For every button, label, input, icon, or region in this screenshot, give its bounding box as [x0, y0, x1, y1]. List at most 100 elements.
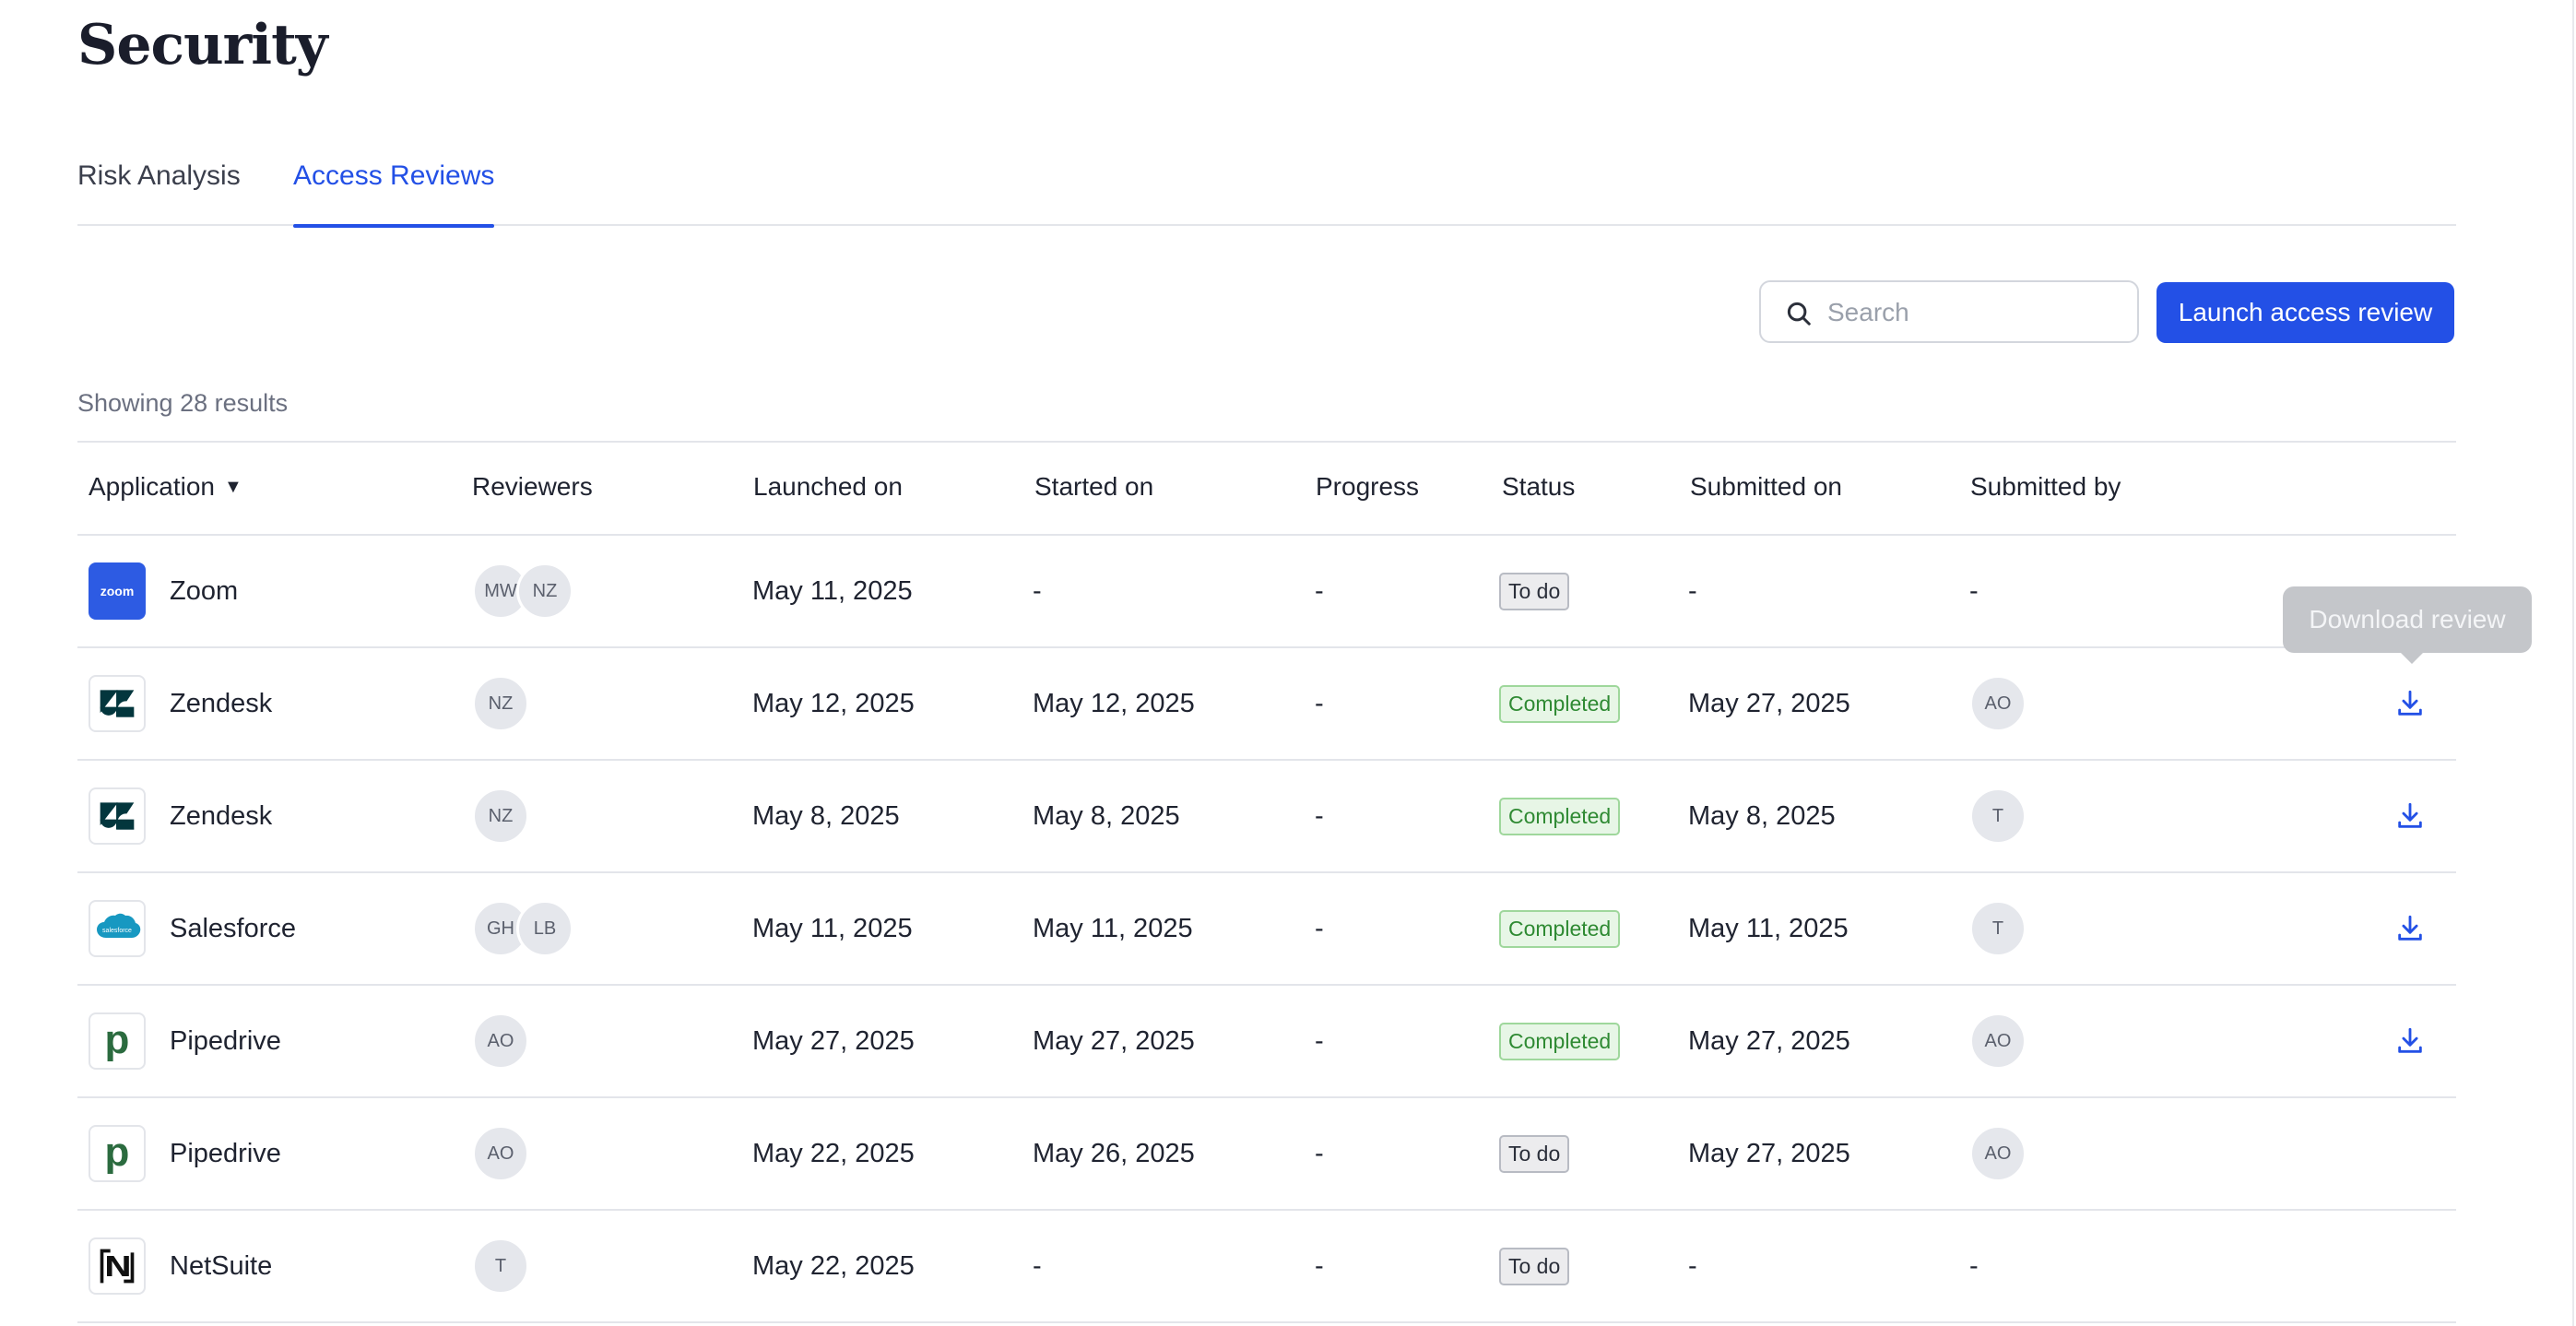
table-row[interactable]: p Pipedrive AO May 22, 2025 May 26, 2025 - To … [77, 1098, 2456, 1211]
table-row[interactable]: salesforce Salesforce GH LB May 11, 2025 May … [77, 873, 2456, 986]
submitted-by-empty: - [1969, 1250, 1979, 1281]
application-cell[interactable]: p Pipedrive [89, 986, 281, 1096]
reviewers-cell: AO [472, 1098, 529, 1209]
submitted-by-cell: AO [1969, 648, 2027, 759]
application-name: Zoom [170, 575, 239, 606]
submitted-by-cell: - [1969, 536, 1979, 646]
table-body: zoom Zoom MW NZ May 11, 2025- - To do - - Zendesk… [77, 536, 2456, 1323]
status-badge: Completed [1499, 1022, 1621, 1060]
status-cell: Completed [1499, 873, 1621, 984]
status-badge: Completed [1499, 909, 1621, 948]
download-cell [2390, 873, 2430, 984]
svg-text:p: p [105, 1018, 130, 1062]
download-review-button[interactable] [2390, 908, 2430, 949]
tab-risk-analysis[interactable]: Risk Analysis [77, 160, 241, 226]
application-name: Salesforce [170, 913, 297, 943]
table-row[interactable]: p Pipedrive AO May 27, 2025 May 27, 2025 - Com… [77, 986, 2456, 1098]
status-cell: Completed [1499, 986, 1621, 1096]
tab-bar: Risk Analysis Access Reviews [77, 148, 2456, 228]
table-row[interactable]: Zendesk NZ May 12, 2025 May 12, 2025 - Comple… [77, 648, 2456, 761]
download-icon [2394, 913, 2426, 944]
progress-cell: - [1315, 1025, 1324, 1056]
application-name: Zendesk [170, 800, 273, 831]
download-review-tooltip: Download review [2283, 586, 2532, 664]
submitted-on-cell: - [1688, 1250, 1697, 1281]
download-icon [2394, 688, 2426, 719]
submitted-by-cell: AO [1969, 986, 2027, 1096]
application-cell[interactable]: Zendesk [89, 761, 272, 871]
submitter-avatar: AO [1969, 1125, 2027, 1182]
launched-on-cell: May 27, 2025 [752, 1025, 915, 1056]
progress-cell: - [1315, 913, 1324, 943]
launched-on-cell: May 11, 2025 [752, 913, 913, 943]
table-row[interactable]: Zendesk NZ May 8, 2025 May 8, 2025 - Complete… [77, 761, 2456, 873]
progress-cell: - [1315, 1138, 1324, 1168]
status-badge: To do [1499, 1134, 1570, 1173]
application-cell[interactable]: NetSuite [89, 1211, 272, 1321]
progress-cell: - [1315, 800, 1324, 831]
download-review-button[interactable] [2390, 683, 2430, 724]
page-title: Security [77, 13, 328, 77]
submitted-on-cell: May 8, 2025 [1688, 800, 1836, 831]
application-name: Pipedrive [170, 1138, 281, 1168]
netsuite-logo [89, 1237, 146, 1295]
submitted-on-cell: May 11, 2025 [1688, 913, 1849, 943]
launch-access-review-button[interactable]: Launch access review [2157, 282, 2454, 343]
reviewers-cell: T [472, 1211, 529, 1321]
progress-cell: - [1315, 688, 1324, 718]
submitted-by-empty: - [1969, 575, 1979, 606]
submitted-by-cell: T [1969, 873, 2027, 984]
svg-text:salesforce: salesforce [102, 928, 132, 934]
launched-on-cell: May 22, 2025 [752, 1250, 915, 1281]
download-cell [2390, 648, 2430, 759]
column-header-application[interactable]: Application ▼ [89, 472, 242, 502]
submitted-by-cell: - [1969, 1211, 1979, 1321]
application-cell[interactable]: zoom Zoom [89, 536, 238, 646]
reviewers-cell: GH LB [472, 873, 573, 984]
sort-descending-icon[interactable]: ▼ [224, 477, 242, 497]
reviewer-avatar: NZ [472, 787, 529, 845]
submitter-avatar: AO [1969, 1012, 2027, 1070]
submitter-avatar: T [1969, 787, 2027, 845]
reviewer-avatar: LB [516, 900, 573, 957]
tab-access-reviews[interactable]: Access Reviews [293, 160, 495, 228]
zendesk-logo [89, 787, 146, 845]
status-cell: Completed [1499, 648, 1621, 759]
column-header-submitted-on: Submitted on [1690, 472, 1842, 501]
svg-text:zoom: zoom [100, 584, 135, 598]
download-icon [2394, 1025, 2426, 1057]
submitted-on-cell: - [1688, 575, 1697, 606]
submitter-avatar: AO [1969, 675, 2027, 732]
application-cell[interactable]: p Pipedrive [89, 1098, 281, 1209]
zoom-logo: zoom [89, 562, 146, 620]
table-row[interactable]: NetSuite T May 22, 2025 - - To do - - [77, 1211, 2456, 1323]
download-review-button[interactable] [2390, 796, 2430, 836]
application-cell[interactable]: salesforce Salesforce [89, 873, 296, 984]
progress-cell: - [1315, 1250, 1324, 1281]
application-cell[interactable]: Zendesk [89, 648, 272, 759]
page-scrollbar[interactable] [2572, 0, 2574, 1326]
reviewer-avatar: AO [472, 1012, 529, 1070]
column-header-launched-on: Launched on [753, 472, 903, 501]
search-box[interactable] [1759, 280, 2139, 343]
status-badge: Completed [1499, 684, 1621, 723]
table-row[interactable]: zoom Zoom MW NZ May 11, 2025 - - To do - - [77, 536, 2456, 648]
results-count: Showing 28 results [77, 389, 289, 417]
started-on-cell: May 8, 2025 [1033, 800, 1180, 831]
started-on-cell: - [1033, 1250, 1042, 1281]
started-on-cell: May 26, 2025 [1033, 1138, 1195, 1168]
launched-on-cell: May 12, 2025 [752, 688, 915, 718]
status-cell: To do [1499, 1098, 1570, 1209]
reviewers-cell: NZ [472, 761, 529, 871]
reviewer-avatar: AO [472, 1125, 529, 1182]
application-name: Pipedrive [170, 1025, 281, 1056]
salesforce-logo: salesforce [89, 900, 146, 957]
svg-text:p: p [105, 1131, 130, 1175]
access-reviews-table: Application ▼ Reviewers Launched on Start… [77, 441, 2456, 1323]
download-cell [2390, 761, 2430, 871]
zendesk-logo [89, 675, 146, 732]
started-on-cell: May 27, 2025 [1033, 1025, 1195, 1056]
submitted-on-cell: May 27, 2025 [1688, 688, 1850, 718]
download-review-button[interactable] [2390, 1021, 2430, 1061]
search-input[interactable] [1827, 293, 2122, 332]
